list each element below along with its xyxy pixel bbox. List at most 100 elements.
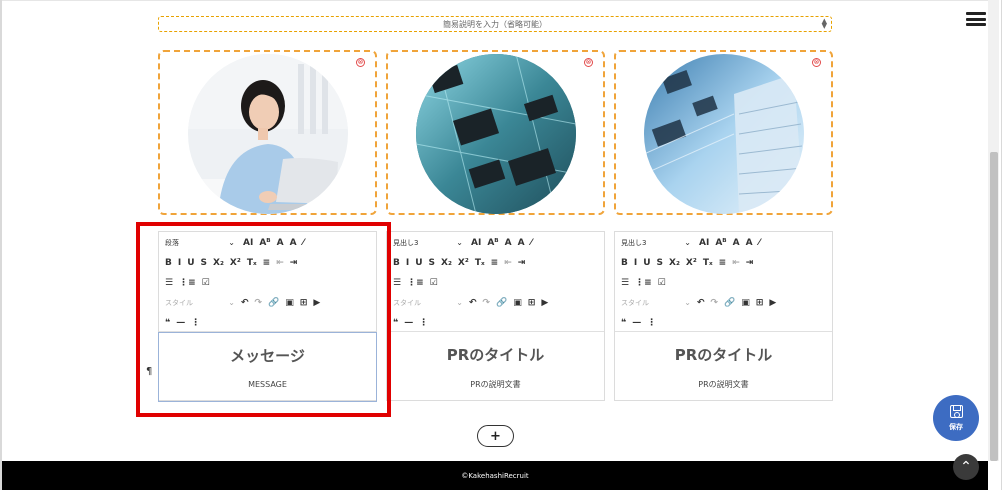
image-box-2[interactable]: ⊗	[386, 50, 605, 215]
redo-icon[interactable]: ↷	[483, 298, 491, 308]
font-style-icon[interactable]: Aᴮ	[715, 238, 726, 248]
highlight-icon[interactable]: ⁄	[531, 238, 533, 248]
font-color-icon[interactable]: A	[277, 238, 284, 248]
style-select[interactable]: スタイル ⌄	[621, 298, 691, 308]
indent-icon[interactable]: ⇥	[746, 258, 754, 268]
background-color-icon[interactable]: A	[746, 238, 753, 248]
horizontal-rule-icon[interactable]: —	[632, 318, 641, 328]
italic-icon[interactable]: I	[178, 258, 181, 268]
editor-content[interactable]: メッセージ MESSAGE	[158, 332, 377, 402]
image-icon[interactable]: ▣	[513, 298, 522, 308]
superscript-icon[interactable]: X²	[458, 258, 469, 268]
bulleted-list-icon[interactable]: ☰	[393, 278, 401, 288]
image-box-3[interactable]: ⊗	[614, 50, 833, 215]
superscript-icon[interactable]: X²	[686, 258, 697, 268]
bold-icon[interactable]: B	[393, 258, 400, 268]
media-icon[interactable]: ▶	[313, 298, 320, 308]
numbered-list-icon[interactable]: ⋮≡	[179, 278, 196, 288]
bulleted-list-icon[interactable]: ☰	[621, 278, 629, 288]
more-icon[interactable]: ⋮	[647, 318, 656, 328]
subscript-icon[interactable]: X₂	[441, 258, 452, 268]
italic-icon[interactable]: I	[634, 258, 637, 268]
todo-list-icon[interactable]: ☑	[658, 278, 666, 288]
background-color-icon[interactable]: A	[290, 238, 297, 248]
font-size-icon[interactable]: AI	[699, 238, 709, 248]
media-icon[interactable]: ▶	[769, 298, 776, 308]
font-style-icon[interactable]: Aᴮ	[487, 238, 498, 248]
horizontal-rule-icon[interactable]: —	[176, 318, 185, 328]
font-style-icon[interactable]: Aᴮ	[259, 238, 270, 248]
format-select[interactable]: 見出し3 ⌄	[621, 238, 691, 248]
todo-list-icon[interactable]: ☑	[430, 278, 438, 288]
media-icon[interactable]: ▶	[541, 298, 548, 308]
style-select[interactable]: スタイル ⌄	[393, 298, 463, 308]
scroll-top-button[interactable]: ⌃	[953, 454, 979, 480]
more-icon[interactable]: ⋮	[419, 318, 428, 328]
underline-icon[interactable]: U	[415, 258, 422, 268]
strikethrough-icon[interactable]: S	[429, 258, 435, 268]
bulleted-list-icon[interactable]: ☰	[165, 278, 173, 288]
blockquote-icon[interactable]: ❝	[621, 318, 626, 328]
blockquote-icon[interactable]: ❝	[165, 318, 170, 328]
clear-format-icon[interactable]: Tₓ	[247, 258, 257, 268]
delete-image-icon[interactable]: ⊗	[812, 58, 821, 67]
blockquote-icon[interactable]: ❝	[393, 318, 398, 328]
delete-image-icon[interactable]: ⊗	[356, 58, 365, 67]
format-select[interactable]: 段落 ⌄	[165, 238, 235, 248]
delete-image-icon[interactable]: ⊗	[584, 58, 593, 67]
hamburger-menu-icon[interactable]	[966, 12, 986, 26]
highlight-icon[interactable]: ⁄	[303, 238, 305, 248]
style-select[interactable]: スタイル ⌄	[165, 298, 235, 308]
underline-icon[interactable]: U	[187, 258, 194, 268]
outdent-icon[interactable]: ⇤	[732, 258, 740, 268]
outdent-icon[interactable]: ⇤	[276, 258, 284, 268]
undo-icon[interactable]: ↶	[469, 298, 477, 308]
numbered-list-icon[interactable]: ⋮≡	[635, 278, 652, 288]
link-icon[interactable]: 🔗	[496, 298, 507, 308]
subscript-icon[interactable]: X₂	[669, 258, 680, 268]
align-icon[interactable]: ≡	[491, 258, 499, 268]
bold-icon[interactable]: B	[621, 258, 628, 268]
save-button[interactable]: 保存	[933, 395, 979, 441]
image-icon[interactable]: ▣	[741, 298, 750, 308]
todo-list-icon[interactable]: ☑	[202, 278, 210, 288]
indent-icon[interactable]: ⇥	[290, 258, 298, 268]
clear-format-icon[interactable]: Tₓ	[703, 258, 713, 268]
link-icon[interactable]: 🔗	[724, 298, 735, 308]
redo-icon[interactable]: ↷	[711, 298, 719, 308]
font-size-icon[interactable]: AI	[471, 238, 481, 248]
table-icon[interactable]: ⊞	[528, 298, 536, 308]
font-size-icon[interactable]: AI	[243, 238, 253, 248]
highlight-icon[interactable]: ⁄	[759, 238, 761, 248]
image-icon[interactable]: ▣	[285, 298, 294, 308]
table-icon[interactable]: ⊞	[756, 298, 764, 308]
table-icon[interactable]: ⊞	[300, 298, 308, 308]
clear-format-icon[interactable]: Tₓ	[475, 258, 485, 268]
more-icon[interactable]: ⋮	[191, 318, 200, 328]
font-color-icon[interactable]: A	[733, 238, 740, 248]
indent-icon[interactable]: ⇥	[518, 258, 526, 268]
background-color-icon[interactable]: A	[518, 238, 525, 248]
numbered-list-icon[interactable]: ⋮≡	[407, 278, 424, 288]
font-color-icon[interactable]: A	[505, 238, 512, 248]
image-box-1[interactable]: ⊗	[158, 50, 377, 215]
description-select[interactable]: 簡易説明を入力（省略可能） ▲ ▼	[158, 16, 832, 32]
align-icon[interactable]: ≡	[263, 258, 271, 268]
add-card-button[interactable]: +	[477, 425, 514, 447]
editor-content[interactable]: PRのタイトル PRの説明文書	[387, 332, 604, 400]
scrollbar-thumb[interactable]	[990, 152, 998, 461]
outdent-icon[interactable]: ⇤	[504, 258, 512, 268]
editor-content[interactable]: PRのタイトル PRの説明文書	[615, 332, 832, 400]
subscript-icon[interactable]: X₂	[213, 258, 224, 268]
strikethrough-icon[interactable]: S	[657, 258, 663, 268]
format-select[interactable]: 見出し3 ⌄	[393, 238, 463, 248]
undo-icon[interactable]: ↶	[241, 298, 249, 308]
link-icon[interactable]: 🔗	[268, 298, 279, 308]
strikethrough-icon[interactable]: S	[201, 258, 207, 268]
redo-icon[interactable]: ↷	[255, 298, 263, 308]
underline-icon[interactable]: U	[643, 258, 650, 268]
italic-icon[interactable]: I	[406, 258, 409, 268]
undo-icon[interactable]: ↶	[697, 298, 705, 308]
align-icon[interactable]: ≡	[719, 258, 727, 268]
bold-icon[interactable]: B	[165, 258, 172, 268]
